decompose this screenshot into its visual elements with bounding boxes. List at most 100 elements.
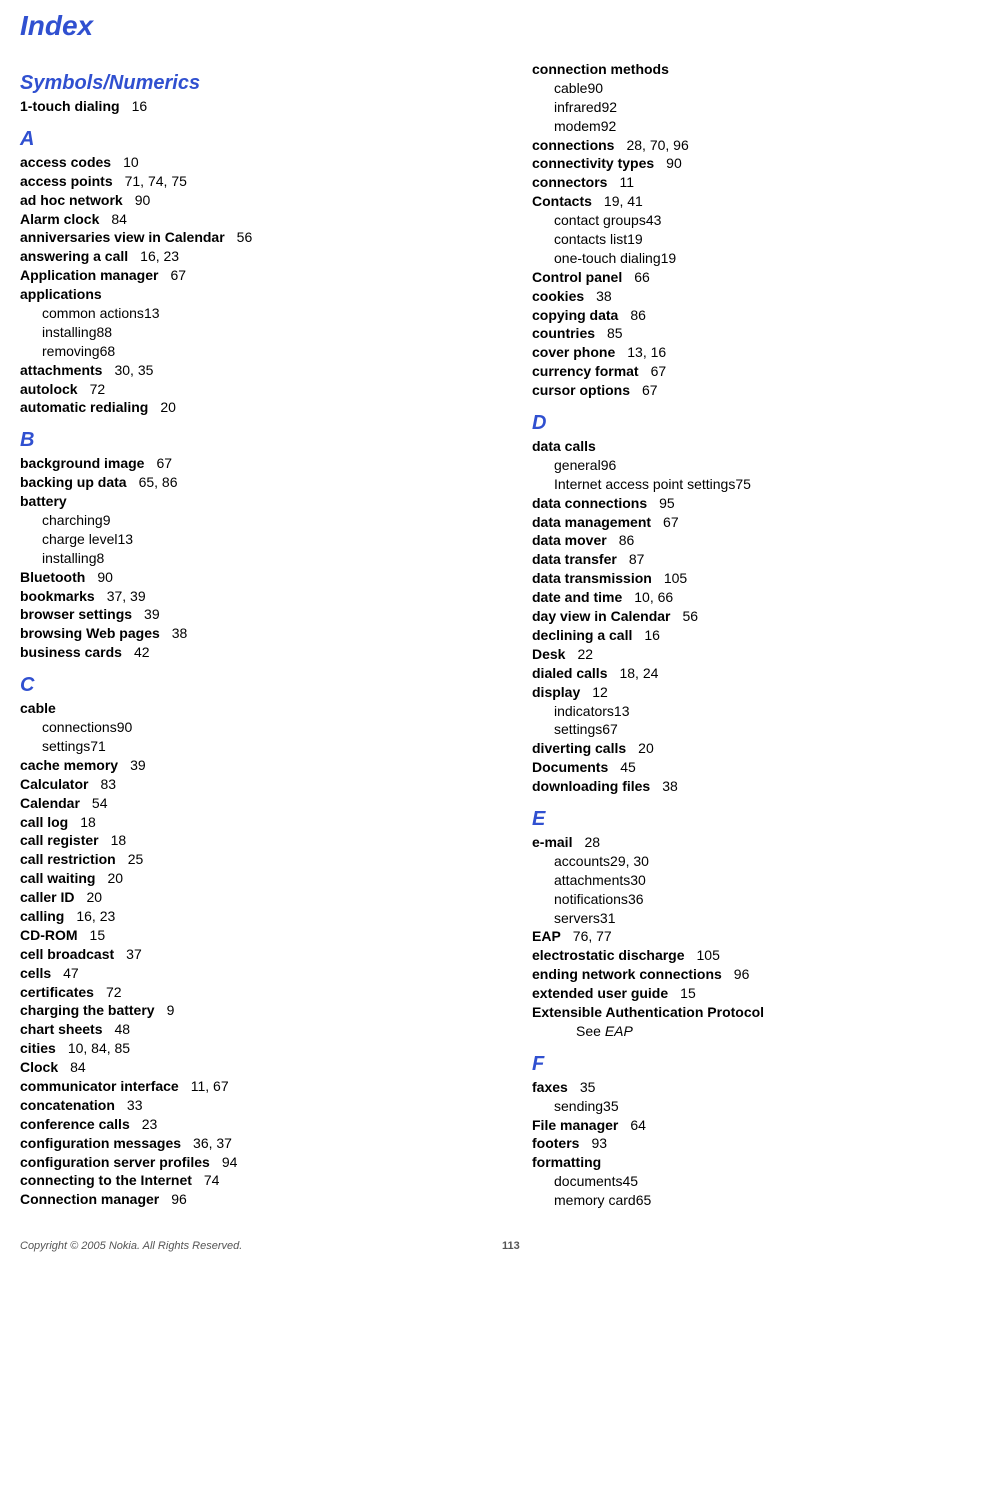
index-pages: 37, 39: [107, 588, 146, 604]
index-entry: Documents45: [532, 758, 984, 777]
index-term: formatting: [532, 1154, 601, 1170]
index-subterm: attachments: [554, 872, 630, 888]
index-see-label: See: [576, 1023, 605, 1039]
index-pages: 96: [734, 966, 750, 982]
index-entry: cell broadcast37: [20, 945, 472, 964]
index-term: e-mail: [532, 834, 572, 850]
index-columns: Symbols/Numerics1-touch dialing16Aaccess…: [20, 60, 984, 1210]
index-term: connectivity types: [532, 155, 654, 171]
index-pages: 105: [697, 947, 720, 963]
index-pages: 47: [63, 965, 79, 981]
index-pages: 96: [601, 457, 617, 473]
index-subterm: general: [554, 457, 601, 473]
index-entry: currency format67: [532, 362, 984, 381]
index-term: browser settings: [20, 606, 132, 622]
index-entry: data mover86: [532, 531, 984, 550]
index-entry: Control panel66: [532, 268, 984, 287]
index-entry: day view in Calendar56: [532, 607, 984, 626]
index-pages: 28: [584, 834, 600, 850]
index-pages: 39: [130, 757, 146, 773]
index-subterm: documents: [554, 1173, 622, 1189]
index-entry: Bluetooth90: [20, 568, 472, 587]
index-pages: 15: [680, 985, 696, 1001]
index-entry: browsing Web pages38: [20, 624, 472, 643]
index-term: currency format: [532, 363, 639, 379]
index-entry: call log18: [20, 813, 472, 832]
index-entry: cookies38: [532, 287, 984, 306]
copyright-text: Copyright © 2005 Nokia. All Rights Reser…: [20, 1240, 502, 1252]
index-entry: data transmission105: [532, 569, 984, 588]
index-entry: call register18: [20, 831, 472, 850]
index-term: connections: [532, 137, 614, 153]
index-term: access points: [20, 173, 113, 189]
index-pages: 16, 23: [76, 908, 115, 924]
index-term: extended user guide: [532, 985, 668, 1001]
index-column-left: Symbols/Numerics1-touch dialing16Aaccess…: [20, 60, 472, 1210]
index-term: cookies: [532, 288, 584, 304]
page-number: 113: [502, 1240, 984, 1252]
index-pages: 43: [646, 212, 662, 228]
index-pages: 18: [111, 832, 127, 848]
index-pages: 76, 77: [573, 928, 612, 944]
index-term: cursor options: [532, 382, 630, 398]
index-entry: 1-touch dialing16: [20, 97, 472, 116]
index-pages: 18: [80, 814, 96, 830]
index-subterm: servers: [554, 910, 600, 926]
index-subentry: servers31: [554, 909, 984, 928]
index-entry: Application manager67: [20, 266, 472, 285]
index-pages: 84: [111, 211, 127, 227]
index-term: anniversaries view in Calendar: [20, 229, 225, 245]
index-subterm: one-touch dialing: [554, 250, 661, 266]
index-term: call waiting: [20, 870, 95, 886]
index-term: business cards: [20, 644, 122, 660]
index-term: attachments: [20, 362, 102, 378]
index-pages: 19: [627, 231, 643, 247]
index-term: connecting to the Internet: [20, 1172, 192, 1188]
index-term: chart sheets: [20, 1021, 102, 1037]
index-subentry: general96: [554, 456, 984, 475]
index-pages: 90: [135, 192, 151, 208]
index-entry: EAP76, 77: [532, 927, 984, 946]
index-term: Alarm clock: [20, 211, 99, 227]
index-entry: dialed calls18, 24: [532, 664, 984, 683]
index-pages: 35: [580, 1079, 596, 1095]
index-subentry: accounts29, 30: [554, 852, 984, 871]
index-term: certificates: [20, 984, 94, 1000]
index-pages: 28, 70, 96: [626, 137, 688, 153]
index-entry: connection methods: [532, 60, 984, 79]
index-entry: access codes10: [20, 153, 472, 172]
index-term: configuration server profiles: [20, 1154, 210, 1170]
index-pages: 13, 16: [627, 344, 666, 360]
index-entry: faxes35: [532, 1078, 984, 1097]
index-term: cable: [20, 700, 56, 716]
index-pages: 45: [620, 759, 636, 775]
index-see-target: EAP: [605, 1023, 633, 1039]
index-pages: 96: [171, 1191, 187, 1207]
index-pages: 87: [629, 551, 645, 567]
index-pages: 67: [602, 721, 618, 737]
index-pages: 84: [70, 1059, 86, 1075]
index-pages: 13: [614, 703, 630, 719]
index-entry: data management67: [532, 513, 984, 532]
index-term: declining a call: [532, 627, 632, 643]
index-subentry: one-touch dialing19: [554, 249, 984, 268]
index-pages: 13: [118, 531, 134, 547]
index-pages: 72: [106, 984, 122, 1000]
index-entry: Calendar54: [20, 794, 472, 813]
index-entry: calling16, 23: [20, 907, 472, 926]
index-entry: bookmarks37, 39: [20, 587, 472, 606]
index-subterm: memory card: [554, 1192, 636, 1208]
index-subentry: removing68: [42, 342, 472, 361]
index-pages: 56: [237, 229, 253, 245]
index-pages: 16: [132, 98, 148, 114]
index-pages: 19, 41: [604, 193, 643, 209]
index-subentry: charge level13: [42, 530, 472, 549]
index-pages: 35: [603, 1098, 619, 1114]
index-entry: applications: [20, 285, 472, 304]
index-entry: diverting calls20: [532, 739, 984, 758]
index-entry: Connection manager96: [20, 1190, 472, 1209]
index-section-letter: F: [532, 1053, 984, 1076]
index-pages: 105: [664, 570, 687, 586]
index-pages: 20: [86, 889, 102, 905]
index-entry: display12: [532, 683, 984, 702]
